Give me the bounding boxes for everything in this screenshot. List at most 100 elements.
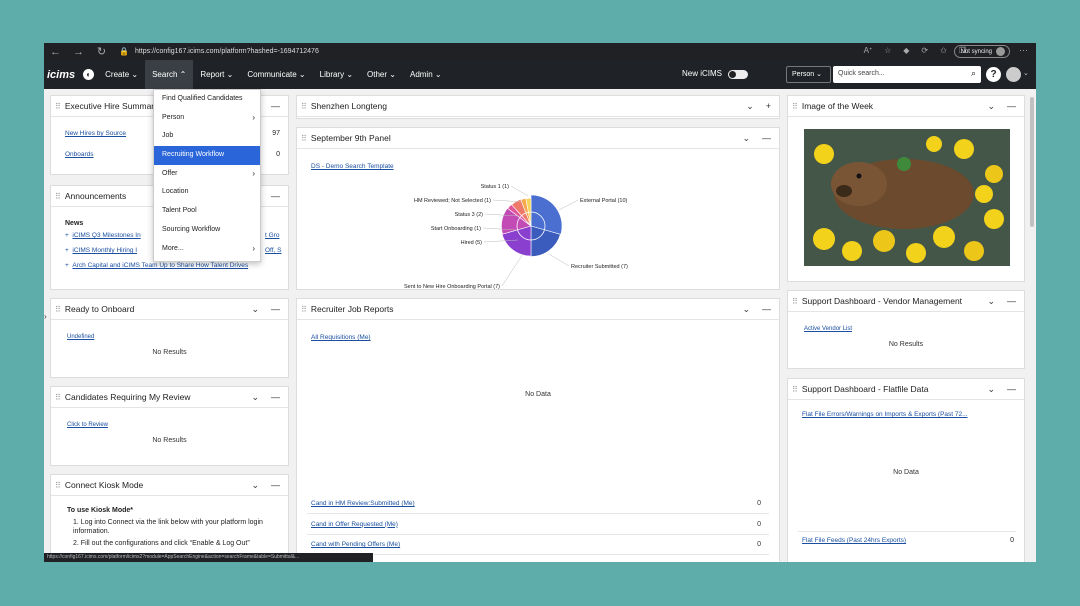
new-hires-link[interactable]: New Hires by Source: [65, 130, 126, 137]
news-link-overflow[interactable]: Off, S: [265, 247, 282, 254]
menu-library[interactable]: Library ⌄: [313, 60, 360, 89]
minimize-icon[interactable]: —: [762, 304, 771, 315]
page-scrollbar[interactable]: [1028, 89, 1036, 562]
user-avatar[interactable]: [1006, 67, 1021, 82]
search-icon[interactable]: ⌕: [971, 68, 976, 79]
search-menu-item[interactable]: Location: [154, 183, 260, 202]
chevron-down-icon[interactable]: ⌄: [742, 304, 750, 315]
drag-handle-icon[interactable]: ⠿: [55, 305, 61, 314]
menu-create[interactable]: Create ⌄: [98, 60, 145, 89]
read-aloud-icon[interactable]: Aᐩ: [864, 46, 872, 55]
sync-button[interactable]: Not syncing: [953, 45, 1010, 58]
panel-title: Candidates Requiring My Review: [64, 392, 191, 402]
chevron-right-icon: ›: [252, 168, 255, 178]
report-link[interactable]: Cand with Pending Offers (Me): [311, 541, 400, 548]
all-requisitions-link[interactable]: All Requisitions (Me): [311, 334, 371, 341]
drag-handle-icon[interactable]: ⠿: [55, 393, 61, 402]
click-to-review-link[interactable]: Click to Review: [67, 422, 108, 428]
chevron-down-icon[interactable]: ⌄: [251, 304, 259, 315]
menu-other[interactable]: Other ⌄: [360, 60, 403, 89]
kiosk-heading: To use Kiosk Mode*: [67, 507, 133, 514]
drag-handle-icon[interactable]: ⠿: [55, 192, 61, 201]
minimize-icon[interactable]: —: [1007, 384, 1016, 395]
new-icims-toggle[interactable]: [728, 70, 748, 79]
minimize-icon[interactable]: —: [762, 133, 771, 144]
undefined-link[interactable]: Undefined: [67, 334, 94, 340]
search-menu-item[interactable]: Sourcing Workflow: [154, 221, 260, 240]
search-menu-item[interactable]: Job: [154, 127, 260, 146]
favorite-icon[interactable]: ☆: [884, 46, 891, 55]
chevron-down-icon[interactable]: ⌄: [987, 384, 995, 395]
panel-title: Support Dashboard - Flatfile Data: [801, 384, 929, 394]
chevron-down-icon[interactable]: ⌄: [987, 296, 995, 307]
favorites-bar-icon[interactable]: ✩: [940, 46, 947, 55]
drag-handle-icon[interactable]: ⠿: [55, 481, 61, 490]
search-menu-item[interactable]: Person ›: [154, 109, 260, 128]
menu-report[interactable]: Report ⌄: [193, 60, 240, 89]
news-link[interactable]: iCIMS Monthly Hiring I: [72, 247, 137, 254]
candidates-review-panel: ⠿ Candidates Requiring My Review ⌄ — Click …: [50, 386, 289, 466]
chevron-down-icon[interactable]: ⌄: [1023, 69, 1029, 77]
menu-label: Library: [319, 70, 345, 79]
report-link[interactable]: Cand in Offer Requested (Me): [311, 521, 398, 528]
minimize-icon[interactable]: —: [271, 392, 280, 403]
news-item[interactable]: + iCIMS Monthly Hiring I: [65, 247, 137, 254]
minimize-icon[interactable]: —: [271, 480, 280, 491]
chevron-down-icon[interactable]: ⌄: [251, 480, 259, 491]
pie-label: Start Onboarding (1): [431, 226, 481, 232]
refresh-ext-icon[interactable]: ⟳: [921, 46, 928, 55]
forward-icon[interactable]: →: [67, 46, 90, 58]
side-collapse-icon[interactable]: ›: [44, 312, 47, 321]
flatfile-feeds-link[interactable]: Flat File Feeds (Past 24hrs Exports): [802, 537, 906, 544]
more-icon[interactable]: ···: [1019, 45, 1028, 55]
drag-handle-icon[interactable]: ⠿: [301, 305, 307, 314]
flatfile-errors-link[interactable]: Flat File Errors/Warnings on Imports & E…: [802, 411, 968, 418]
chevron-down-icon[interactable]: ⌄: [746, 101, 754, 112]
globe-icon[interactable]: ◐: [83, 69, 95, 80]
menu-search[interactable]: Search ⌃: [145, 60, 194, 89]
chevron-down-icon[interactable]: ⌄: [251, 392, 259, 403]
chevron-down-icon[interactable]: ⌄: [742, 133, 750, 144]
news-link[interactable]: Arch Capital and iCIMS Team Up to Share …: [72, 262, 248, 269]
search-menu-item[interactable]: Recruiting Workflow: [154, 146, 260, 165]
minimize-icon[interactable]: —: [1007, 296, 1016, 307]
add-icon[interactable]: +: [766, 101, 771, 112]
quick-search-input[interactable]: Quick search... ⌕: [833, 66, 981, 83]
onboards-link[interactable]: Onboards: [65, 151, 94, 158]
menu-communicate[interactable]: Communicate ⌄: [240, 60, 312, 89]
drag-handle-icon[interactable]: ⠿: [792, 385, 798, 394]
drag-handle-icon[interactable]: ⠿: [792, 102, 798, 111]
help-icon[interactable]: ?: [986, 67, 1001, 82]
panel-header: ⠿ Connect Kiosk Mode ⌄ —: [51, 475, 288, 496]
back-icon[interactable]: ←: [44, 46, 67, 58]
minimize-icon[interactable]: —: [271, 101, 280, 111]
search-menu-item[interactable]: Offer ›: [154, 165, 260, 184]
search-menu-item[interactable]: More... ›: [154, 240, 260, 259]
pie-label: Sent to New Hire Onboarding Portal (7): [404, 284, 500, 290]
chevron-down-icon[interactable]: ⌄: [987, 101, 995, 112]
scrollbar-thumb[interactable]: [1030, 97, 1034, 227]
drag-handle-icon[interactable]: ⠿: [792, 297, 798, 306]
menu-admin[interactable]: Admin ⌄: [403, 60, 449, 89]
news-item[interactable]: + iCIMS Q3 Milestones In: [65, 232, 141, 239]
active-vendor-link[interactable]: Active Vendor List: [804, 326, 852, 332]
reload-icon[interactable]: ↻: [90, 45, 113, 58]
menu-label: Search: [152, 70, 178, 79]
search-menu-item[interactable]: Find Qualified Candidates: [154, 90, 260, 109]
drag-handle-icon[interactable]: ⠿: [55, 102, 61, 111]
icims-logo[interactable]: icims: [47, 69, 75, 81]
panel-title: Recruiter Job Reports: [310, 304, 394, 314]
minimize-icon[interactable]: —: [271, 191, 280, 201]
news-link[interactable]: iCIMS Q3 Milestones In: [72, 232, 140, 239]
minimize-icon[interactable]: —: [271, 304, 280, 315]
extension-icon[interactable]: ◆: [903, 46, 909, 55]
minimize-icon[interactable]: —: [1007, 101, 1016, 112]
drag-handle-icon[interactable]: ⠿: [301, 134, 307, 143]
news-link-overflow[interactable]: t Gro: [265, 232, 279, 239]
search-menu-item[interactable]: Talent Pool: [154, 202, 260, 221]
drag-handle-icon[interactable]: ⠿: [301, 102, 307, 111]
person-select[interactable]: Person ⌄: [786, 66, 831, 83]
report-link[interactable]: Cand in HM Review:Submitted (Me): [311, 500, 415, 507]
address-bar[interactable]: https://config167.icims.com/platform?has…: [135, 48, 319, 55]
news-item[interactable]: + Arch Capital and iCIMS Team Up to Shar…: [65, 262, 248, 269]
